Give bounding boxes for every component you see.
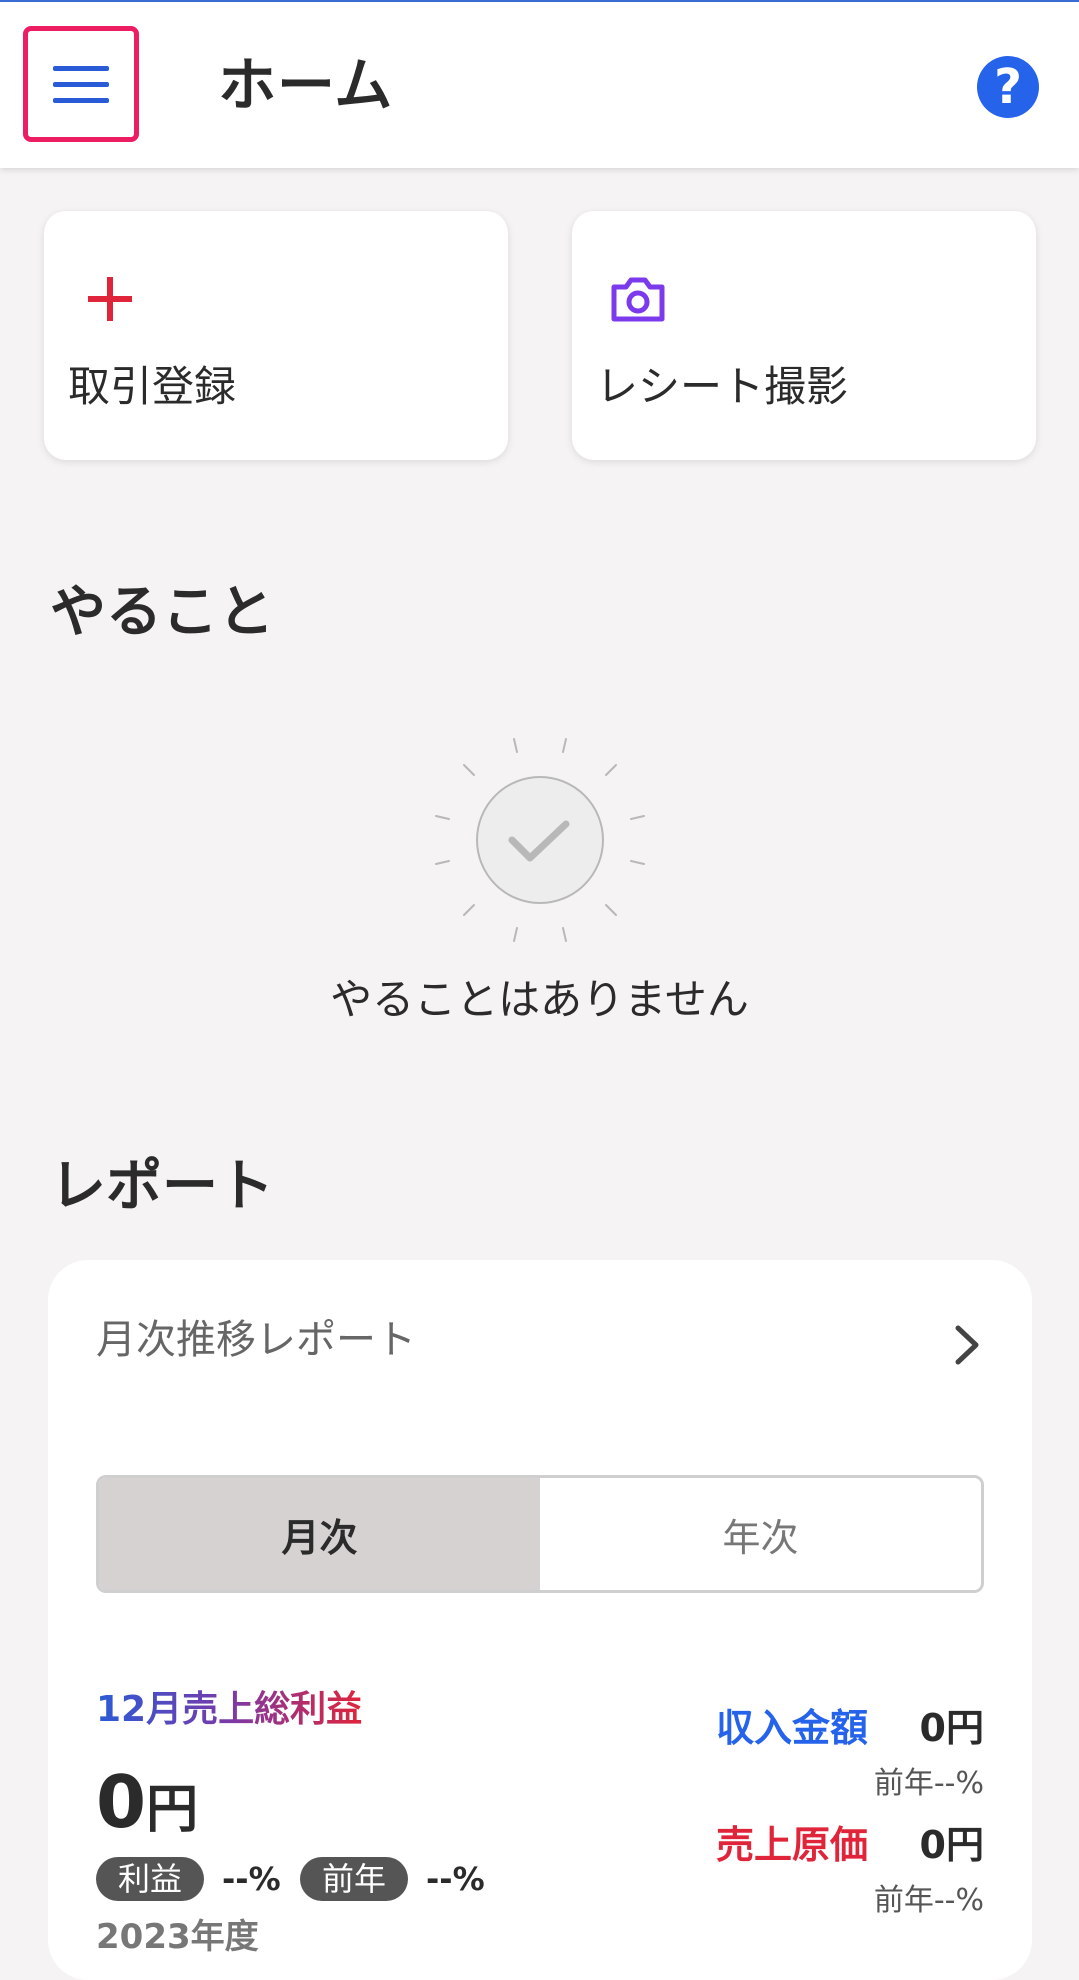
gross-profit-label: 12月売上総利益 (96, 1685, 362, 1735)
tab-monthly[interactable]: 月次 (99, 1478, 540, 1590)
hamburger-icon (53, 66, 109, 103)
profit-percent: --% (222, 1860, 281, 1898)
todo-empty-text: やることはありません (330, 975, 749, 1024)
monthly-report-card: 月次推移レポート 月次 年次 12月売上総利益 0円 利益 --% 前年 --%… (48, 1260, 1032, 1980)
prev-year-percent: --% (426, 1860, 485, 1898)
camera-icon (611, 277, 665, 322)
receipt-photo-card[interactable]: レシート撮影 (572, 211, 1036, 460)
report-section-title: レポート (50, 1154, 274, 1219)
report-card-title[interactable]: 月次推移レポート (96, 1310, 416, 1370)
cost-of-sales-value: 0円 (919, 1823, 984, 1867)
add-transaction-label: 取引登録 (68, 362, 237, 411)
page-title: ホーム (218, 51, 394, 119)
cost-of-sales-label: 売上原価 (716, 1823, 869, 1867)
plus-icon (88, 277, 132, 321)
add-transaction-card[interactable]: 取引登録 (44, 211, 508, 460)
period-toggle: 月次 年次 (96, 1475, 984, 1593)
income-label: 収入金額 (716, 1706, 869, 1750)
fiscal-year-label: 2023年度 (96, 1917, 259, 1957)
menu-button[interactable] (23, 26, 139, 142)
question-mark-icon: ? (994, 59, 1022, 115)
check-sun-icon (435, 738, 645, 942)
profit-pill: 利益 (96, 1857, 205, 1901)
gross-profit-value: 0円 (96, 1757, 198, 1867)
income-value: 0円 (919, 1706, 984, 1750)
prev-year-pill: 前年 (300, 1857, 409, 1901)
receipt-photo-label: レシート撮影 (596, 362, 849, 411)
gross-profit-unit: 円 (146, 1780, 199, 1840)
help-button[interactable]: ? (977, 56, 1039, 118)
cost-of-sales-prev-year: 前年--% (873, 1883, 984, 1918)
app-header: ホーム ? (0, 2, 1079, 168)
gross-profit-amount: 0 (96, 1760, 147, 1844)
todo-section-title: やること (50, 580, 274, 645)
income-prev-year: 前年--% (873, 1766, 984, 1801)
chevron-right-icon[interactable] (948, 1320, 988, 1370)
tab-yearly[interactable]: 年次 (540, 1478, 981, 1590)
